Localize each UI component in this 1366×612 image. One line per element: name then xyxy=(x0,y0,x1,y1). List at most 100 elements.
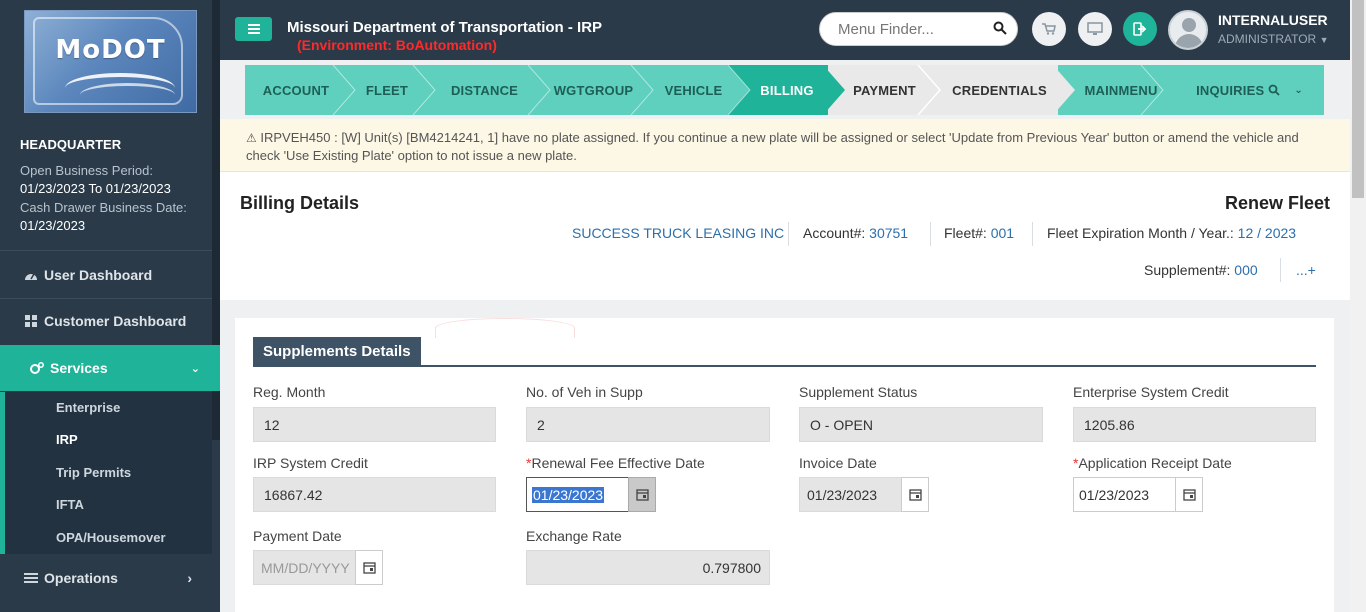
workflow-tabs: ACCOUNT FLEET DISTANCE WGTGROUP VEHICLE … xyxy=(245,65,1324,115)
tab-fleet[interactable]: FLEET xyxy=(347,65,427,115)
gears-icon xyxy=(30,362,44,374)
more-link[interactable]: ...+ xyxy=(1296,262,1316,278)
section-heading: Supplements Details xyxy=(253,337,421,366)
tab-payment[interactable]: PAYMENT xyxy=(837,65,932,115)
sidebar-item-label: Customer Dashboard xyxy=(44,313,187,329)
reg-month-label: Reg. Month xyxy=(253,384,326,400)
submenu-item-opa-housemover[interactable]: OPA/Housemover xyxy=(56,530,166,545)
transaction-type: Renew Fleet xyxy=(1224,193,1330,213)
tab-inquiries[interactable]: INQUIRIES ⌄ xyxy=(1175,65,1324,115)
cash-drawer-label: Cash Drawer Business Date: xyxy=(20,200,187,215)
fleet-number: Fleet#: 001 xyxy=(944,225,1015,241)
sidebar-item-customer-dashboard[interactable]: Customer Dashboard xyxy=(0,298,212,344)
calendar-icon xyxy=(1182,489,1196,501)
calendar-icon xyxy=(362,562,376,574)
chevron-down-icon: ⌄ xyxy=(190,362,200,375)
cash-drawer-value: 01/23/2023 xyxy=(20,218,86,233)
dashboard-icon xyxy=(25,273,37,280)
tab-account[interactable]: ACCOUNT xyxy=(245,65,347,115)
tab-mainmenu[interactable]: MAINMENU xyxy=(1067,65,1175,115)
payment-date-field: MM/DD/YYYY xyxy=(253,550,383,585)
logo-text: MoDOT xyxy=(55,35,166,65)
search-icon xyxy=(1268,84,1280,96)
menu-toggle-button[interactable] xyxy=(235,17,272,41)
irp-credit-field: 16867.42 xyxy=(253,477,496,512)
sidebar-item-services[interactable]: Services ⌄ xyxy=(0,345,220,391)
desktop-button[interactable] xyxy=(1078,12,1112,46)
sidebar-item-user-dashboard[interactable]: User Dashboard xyxy=(0,252,212,298)
exchange-rate-field: 0.797800 xyxy=(526,550,770,585)
caret-down-icon: ▼ xyxy=(1319,35,1329,45)
app-receipt-date-input[interactable]: 01/23/2023 xyxy=(1073,477,1203,512)
grid-icon xyxy=(25,315,37,327)
submenu-item-ifta[interactable]: IFTA xyxy=(56,497,84,512)
avatar[interactable] xyxy=(1168,10,1208,50)
environment-label: (Environment: BoAutomation) xyxy=(297,37,497,53)
sidebar-item-operations[interactable]: Operations › xyxy=(0,555,212,601)
cart-button[interactable] xyxy=(1032,12,1066,46)
submenu-item-enterprise[interactable]: Enterprise xyxy=(56,400,120,415)
list-icon xyxy=(24,573,38,583)
veh-count-label: No. of Veh in Supp xyxy=(526,384,643,400)
user-name[interactable]: INTERNALUSER xyxy=(1218,12,1328,28)
user-role[interactable]: ADMINISTRATOR ▼ xyxy=(1218,32,1329,46)
menu-finder-placeholder: Menu Finder... xyxy=(838,20,934,38)
supplements-panel: Supplements Details Reg. Month 12 No. of… xyxy=(235,318,1334,612)
warning-icon: ⚠ xyxy=(246,131,257,145)
monitor-icon xyxy=(1087,22,1103,35)
veh-count-field: 2 xyxy=(526,407,770,442)
warning-text: IRPVEH450 : [W] Unit(s) [BM4214241, 1] h… xyxy=(246,130,1299,163)
chevron-right-icon: › xyxy=(187,570,192,586)
irp-credit-label: IRP System Credit xyxy=(253,455,368,471)
invoice-date-label: Invoice Date xyxy=(799,455,877,471)
open-period-value: 01/23/2023 To 01/23/2023 xyxy=(20,181,171,196)
enterprise-credit-field: 1205.86 xyxy=(1073,407,1316,442)
exchange-rate-label: Exchange Rate xyxy=(526,528,622,544)
tab-inquiries-label: INQUIRIES xyxy=(1196,82,1265,98)
page-scrollbar[interactable] xyxy=(1350,0,1366,612)
sidebar-item-label: User Dashboard xyxy=(44,267,153,283)
sidebar-item-label: Operations xyxy=(44,570,118,586)
app-title: Missouri Department of Transportation - … xyxy=(287,19,603,36)
tab-billing[interactable]: BILLING xyxy=(742,65,832,115)
fleet-expiration: Fleet Expiration Month / Year.: 12 / 202… xyxy=(1047,225,1297,241)
supplement-number: Supplement#: 000 xyxy=(1144,262,1258,278)
renewal-date-input[interactable]: 01/23/2023 xyxy=(526,477,656,512)
account-number: Account#: 30751 xyxy=(803,225,909,241)
invoice-date-field: 01/23/2023 xyxy=(799,477,929,512)
submenu-item-trip-permits[interactable]: Trip Permits xyxy=(56,465,131,480)
supplement-status-label: Supplement Status xyxy=(799,384,918,400)
calendar-icon xyxy=(635,489,649,501)
cart-icon xyxy=(1042,23,1056,35)
enterprise-credit-label: Enterprise System Credit xyxy=(1073,384,1229,400)
menu-finder-input[interactable]: Menu Finder... xyxy=(819,12,1018,46)
calendar-button[interactable] xyxy=(901,477,929,512)
services-submenu: Enterprise IRP Trip Permits IFTA OPA/Hou… xyxy=(0,392,212,554)
logout-button[interactable] xyxy=(1123,12,1157,46)
hamburger-icon xyxy=(247,24,260,34)
calendar-button[interactable] xyxy=(628,477,656,512)
search-icon[interactable] xyxy=(993,21,1007,35)
calendar-button[interactable] xyxy=(1175,477,1203,512)
calendar-button[interactable] xyxy=(355,550,383,585)
tab-credentials[interactable]: CREDENTIALS xyxy=(932,65,1067,115)
calendar-icon xyxy=(908,489,922,501)
reg-month-field: 12 xyxy=(253,407,496,442)
modot-logo: MoDOT xyxy=(24,10,197,113)
tab-vehicle[interactable]: VEHICLE xyxy=(645,65,742,115)
sign-out-icon xyxy=(1133,22,1147,36)
tab-distance[interactable]: DISTANCE xyxy=(427,65,542,115)
billing-header: Billing Details Renew Fleet SUCCESS TRUC… xyxy=(220,172,1350,300)
open-period-label: Open Business Period: xyxy=(20,163,153,178)
plate-warning-alert: ⚠ IRPVEH450 : [W] Unit(s) [BM4214241, 1]… xyxy=(220,119,1350,172)
tab-wgtgroup[interactable]: WGTGROUP xyxy=(542,65,645,115)
supplement-status-field: O - OPEN xyxy=(799,407,1043,442)
renewal-date-label: *Renewal Fee Effective Date xyxy=(526,455,705,471)
sidebar: MoDOT HEADQUARTER Open Business Period: … xyxy=(0,0,220,612)
top-bar: Missouri Department of Transportation - … xyxy=(220,0,1350,60)
submenu-item-irp[interactable]: IRP xyxy=(56,432,78,447)
company-name[interactable]: SUCCESS TRUCK LEASING INC xyxy=(572,225,784,241)
app-receipt-label: *Application Receipt Date xyxy=(1073,455,1232,471)
sidebar-item-label: Services xyxy=(50,360,108,376)
page-title: Billing Details xyxy=(240,193,360,213)
